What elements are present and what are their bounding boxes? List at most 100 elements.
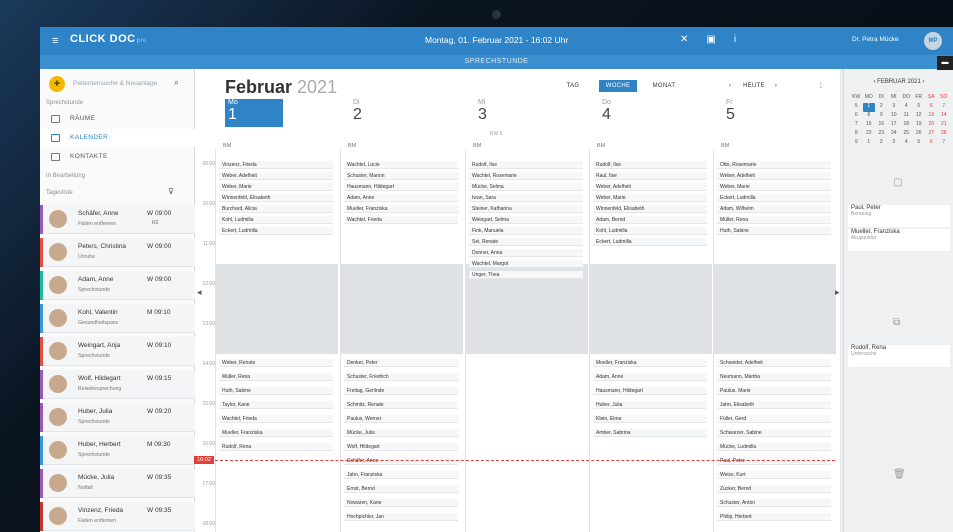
mini-day[interactable]: 5 xyxy=(913,139,926,148)
appointment[interactable]: Schuster, Anton xyxy=(717,499,831,507)
mini-day[interactable]: 13 xyxy=(925,112,938,121)
mini-day[interactable]: 27 xyxy=(925,130,938,139)
nav-raeume[interactable]: RÄUME xyxy=(40,110,195,128)
appointment[interactable]: Weber, Adelheit xyxy=(717,172,831,180)
appointment[interactable]: Jahn, Franziska xyxy=(344,471,458,479)
mini-day[interactable]: 7 xyxy=(938,103,951,112)
appointment[interactable]: Wachtel, Rosemarie xyxy=(469,172,583,180)
mini-day[interactable]: 9 xyxy=(875,112,888,121)
appointment[interactable]: Schäfer, Anne xyxy=(344,457,458,465)
appointment[interactable]: Paulus, Marie xyxy=(717,387,831,395)
mini-day[interactable]: 8 xyxy=(850,130,863,139)
appointment[interactable]: Raul, Ilse xyxy=(593,172,707,180)
mini-day[interactable]: 7 xyxy=(938,139,951,148)
appointment[interactable]: Huber, Julia xyxy=(593,401,707,409)
mini-day[interactable]: 18 xyxy=(900,121,913,130)
view-monat[interactable]: MONAT xyxy=(651,80,677,92)
appointment[interactable]: Unger, Thea xyxy=(469,271,583,279)
mini-day[interactable]: 3 xyxy=(888,139,901,148)
appointment[interactable]: Weber, Marie xyxy=(219,183,333,191)
appointment[interactable]: Moeller, Franziska xyxy=(593,359,707,367)
mini-day[interactable]: 4 xyxy=(900,103,913,112)
waiting-card[interactable]: Rudolf, Rena Untersuche xyxy=(848,345,950,367)
appointment[interactable]: Mueller, Franziska xyxy=(219,429,333,437)
appointment[interactable]: Klein, Elma xyxy=(593,415,707,423)
patient-row[interactable]: Wolf, Hildegart Reisebesprechung W 09:15 xyxy=(40,370,195,399)
tools-icon[interactable]: ✕ xyxy=(680,34,688,45)
appointment[interactable]: Adam, Anne xyxy=(593,373,707,381)
appointment[interactable]: Neumann, Martha xyxy=(717,373,831,381)
appointment[interactable]: Adam, Bernd xyxy=(593,216,707,224)
save-icon[interactable]: ▢ xyxy=(893,177,902,188)
appointment[interactable]: Huth, Sabine xyxy=(219,387,333,395)
collapse-right-icon[interactable]: ▸ xyxy=(835,287,841,301)
mini-day[interactable]: 24 xyxy=(888,130,901,139)
collapse-left-icon[interactable]: ◂ xyxy=(197,287,203,301)
mini-day[interactable]: 7 xyxy=(850,121,863,130)
appointment[interactable]: Taylor, Kane xyxy=(219,401,333,409)
appointment[interactable]: Iwan, Sara xyxy=(469,194,583,202)
prev-week-button[interactable]: ‹ xyxy=(725,80,735,92)
mini-day[interactable]: 1 xyxy=(862,103,875,112)
appointment[interactable]: Eckert, Ludmilla xyxy=(593,238,707,246)
patient-row[interactable]: Schäfer, Anne Fäden entfernen W 09:00 R2 xyxy=(40,205,195,234)
appointment[interactable]: Wachtel, Frieda xyxy=(344,216,458,224)
day-header[interactable]: Mi 3 xyxy=(475,99,515,127)
mini-day[interactable]: 6 xyxy=(850,112,863,121)
appointment[interactable]: Schuster, Marion xyxy=(344,172,458,180)
next-week-button[interactable]: › xyxy=(771,80,781,92)
appointment[interactable]: Adam, Wilhelm xyxy=(717,205,831,213)
patient-row[interactable]: Kohl, Valentin Gesundheitspass M 09:10 xyxy=(40,304,195,333)
appointment[interactable]: Wolf, Hildegart xyxy=(344,443,458,451)
patient-row[interactable]: Peters, Christina Unruhe W 09:00 xyxy=(40,238,195,267)
mini-day[interactable]: 23 xyxy=(875,130,888,139)
appointment[interactable]: Denker, Peter xyxy=(344,359,458,367)
appointment[interactable]: Weingart, Selma xyxy=(469,216,583,224)
mini-day[interactable]: 28 xyxy=(938,130,951,139)
mini-day[interactable]: 19 xyxy=(913,121,926,130)
view-woche[interactable]: WOCHE xyxy=(599,80,637,92)
patient-row[interactable]: Vinzenz, Frieda Fäden entfernen W 09:35 xyxy=(40,502,195,531)
appointment[interactable]: Otto, Rosemarie xyxy=(717,161,831,169)
appointment[interactable]: Ernst, Bernd xyxy=(344,485,458,493)
mini-day[interactable]: 8 xyxy=(863,112,876,121)
mini-day[interactable]: 11 xyxy=(900,112,913,121)
search-input[interactable]: Patientensuche & Neuanlage xyxy=(73,80,157,87)
trash-icon[interactable]: 🗑 xyxy=(893,469,906,480)
appointment[interactable]: Weiss, Kurt xyxy=(717,471,831,479)
appointment[interactable]: Paulus, Werner xyxy=(344,415,458,423)
mini-day[interactable]: 5 xyxy=(850,103,863,112)
mini-day[interactable]: 6 xyxy=(925,103,938,112)
appointment[interactable]: Vinzenz, Frieda xyxy=(219,161,333,169)
appointment[interactable]: Amber, Sabrina xyxy=(593,429,707,437)
appointment[interactable]: Mueller, Franziska xyxy=(344,205,458,213)
mini-day[interactable]: 4 xyxy=(900,139,913,148)
mini-day[interactable]: 2 xyxy=(875,103,888,112)
appointment[interactable]: Burchard, Alicia xyxy=(219,205,333,213)
appointment[interactable]: Eckert, Ludmilla xyxy=(717,194,831,202)
appointment[interactable]: Fink, Manuela xyxy=(469,227,583,235)
avatar[interactable]: MP xyxy=(924,32,942,50)
info-icon[interactable]: i xyxy=(734,34,736,45)
patient-row[interactable]: Huber, Herbert Sprechstunde M 09:30 xyxy=(40,436,195,465)
appointment[interactable]: Weber, Marie xyxy=(717,183,831,191)
side-tab-icon[interactable]: ▬ xyxy=(937,56,953,70)
appointment[interactable]: Mücke, Selma xyxy=(469,183,583,191)
mini-day[interactable]: 16 xyxy=(875,121,888,130)
appointment[interactable]: Schmitz, Renate xyxy=(344,401,458,409)
appointment[interactable]: Nowaren, Kane xyxy=(344,499,458,507)
mini-day[interactable]: 14 xyxy=(938,112,951,121)
appointment[interactable]: Weber, Adelheit xyxy=(593,183,707,191)
calendar-icon[interactable]: ▣ xyxy=(706,34,715,45)
appointment[interactable]: Schneider, Adelheit xyxy=(717,359,831,367)
copy-icon[interactable]: ⧉ xyxy=(893,317,900,328)
nav-kontakte[interactable]: KONTAKTE xyxy=(40,148,195,166)
mini-day[interactable]: 12 xyxy=(913,112,926,121)
patient-row[interactable]: Huber, Julia Sprechstunde W 09:20 xyxy=(40,403,195,432)
add-button[interactable]: + xyxy=(49,76,65,92)
mini-prev-icon[interactable]: ‹ xyxy=(873,79,875,85)
mini-day[interactable]: 21 xyxy=(938,121,951,130)
mini-day[interactable]: 15 xyxy=(863,121,876,130)
appointment[interactable]: Wachtel, Margot xyxy=(469,260,583,268)
mini-day[interactable]: 20 xyxy=(925,121,938,130)
